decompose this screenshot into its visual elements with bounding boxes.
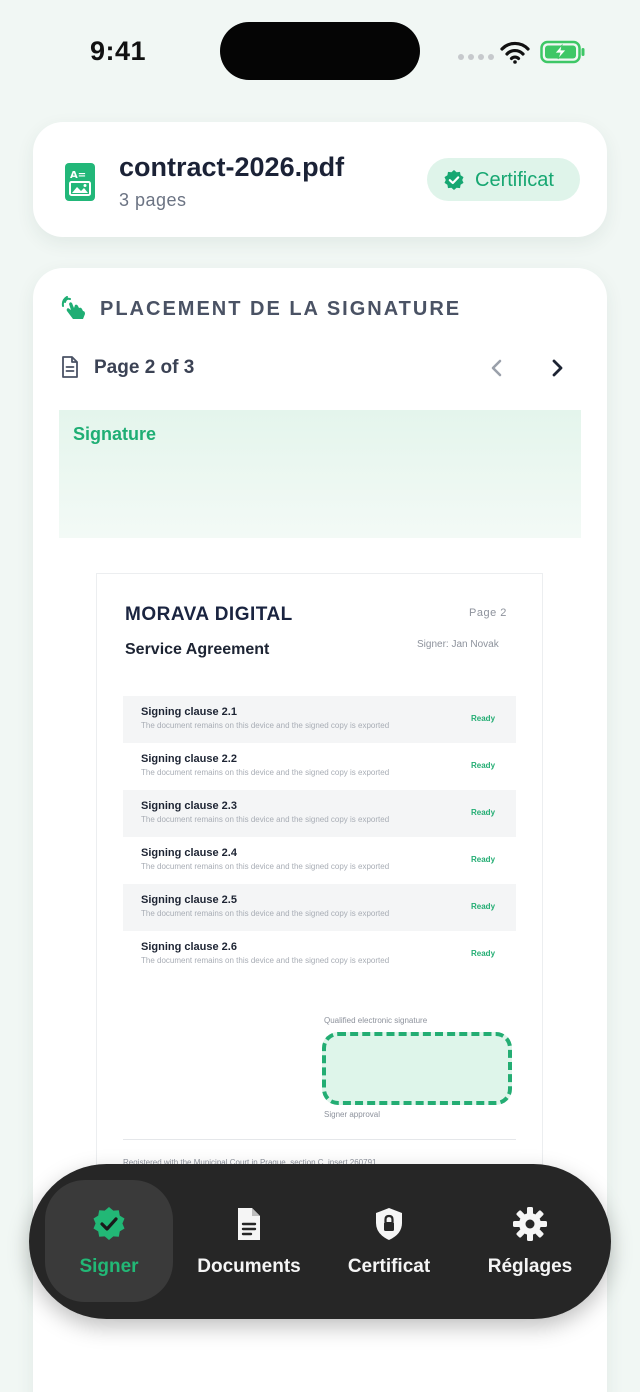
gear-icon [513,1207,547,1241]
document-company: MORAVA DIGITAL [125,604,293,625]
clause-description: The document remains on this device and … [141,768,390,777]
tab-signer[interactable]: Signer [45,1180,173,1302]
document-divider [123,1139,516,1140]
file-card[interactable]: A= contract-2026.pdf 3 pages Certificat [33,122,607,237]
clause-title: Signing clause 2.5 [141,894,237,906]
clause-description: The document remains on this device and … [141,721,390,730]
clause-description: The document remains on this device and … [141,956,390,965]
page-document-icon [62,356,78,378]
status-time: 9:41 [90,36,147,66]
dynamic-island [220,22,420,80]
status-bar: 9:41 [0,0,640,100]
signature-caption: Qualified electronic signature [324,1016,428,1025]
verified-badge-icon [93,1207,125,1240]
chevron-left-icon [491,359,502,377]
document-signer: Signer: Jan Novak [417,639,499,650]
clause-status: Ready [471,808,496,817]
clause-description: The document remains on this device and … [141,909,390,918]
hand-tap-icon [61,296,85,319]
chevron-right-icon [552,359,563,377]
clause-row: Signing clause 2.5 The document remains … [123,884,516,931]
tab-certificat[interactable]: Certificat [325,1180,453,1302]
svg-text:A=: A= [70,170,86,181]
shield-lock-icon [376,1208,402,1240]
tab-reglages[interactable]: Réglages [466,1180,594,1302]
clause-status: Ready [471,902,496,911]
clause-description: The document remains on this device and … [141,815,390,824]
clause-row: Signing clause 2.2 The document remains … [123,743,516,790]
next-page-button[interactable] [535,346,579,390]
file-image-icon: A= [65,163,95,201]
document-page-number: Page 2 [469,607,507,619]
clause-status: Ready [471,714,496,723]
clause-title: Signing clause 2.2 [141,753,237,765]
tab-label: Certificat [347,1256,431,1277]
clause-title: Signing clause 2.3 [141,800,237,812]
clause-description: The document remains on this device and … [141,862,390,871]
wifi-icon [500,41,530,64]
page-indicator: Page 2 of 3 [94,357,195,378]
tab-label: Signer [79,1256,139,1277]
signature-drop-zone[interactable] [322,1032,512,1105]
clause-row: Signing clause 2.3 The document remains … [123,790,516,837]
clause-title: Signing clause 2.1 [141,706,237,718]
signature-strip-label: Signature [73,424,157,444]
tab-documents[interactable]: Documents [185,1180,313,1302]
document-title: Service Agreement [125,641,270,658]
clause-row: Signing clause 2.4 The document remains … [123,837,516,884]
cellular-signal-icon [458,54,494,60]
clause-title: Signing clause 2.4 [141,847,237,859]
document-icon [238,1208,260,1240]
battery-charging-icon [540,40,585,64]
clause-title: Signing clause 2.6 [141,941,237,953]
signature-drag-strip[interactable]: Signature [59,410,581,538]
clause-status: Ready [471,855,496,864]
certificate-badge-label: Certificat [475,169,554,191]
tab-bar: Signer Documents Certificat Réglages [29,1164,611,1319]
signature-approval-label: Signer approval [324,1110,381,1119]
file-name: contract-2026.pdf [119,152,345,182]
tab-label: Réglages [487,1256,573,1277]
previous-page-button[interactable] [475,346,519,390]
clause-status: Ready [471,761,496,770]
clause-row: Signing clause 2.1 The document remains … [123,696,516,743]
certificate-badge[interactable]: Certificat [427,158,580,201]
clause-row: Signing clause 2.6 The document remains … [123,931,516,978]
clause-status: Ready [471,949,496,958]
verified-badge-icon [444,170,464,190]
tab-label: Documents [197,1256,301,1277]
clause-list: Signing clause 2.1 The document remains … [123,696,516,978]
file-page-count: 3 pages [119,190,187,210]
section-title: PLACEMENT DE LA SIGNATURE [100,298,462,320]
document-page: MORAVA DIGITAL Page 2 Service Agreement … [96,573,543,1213]
